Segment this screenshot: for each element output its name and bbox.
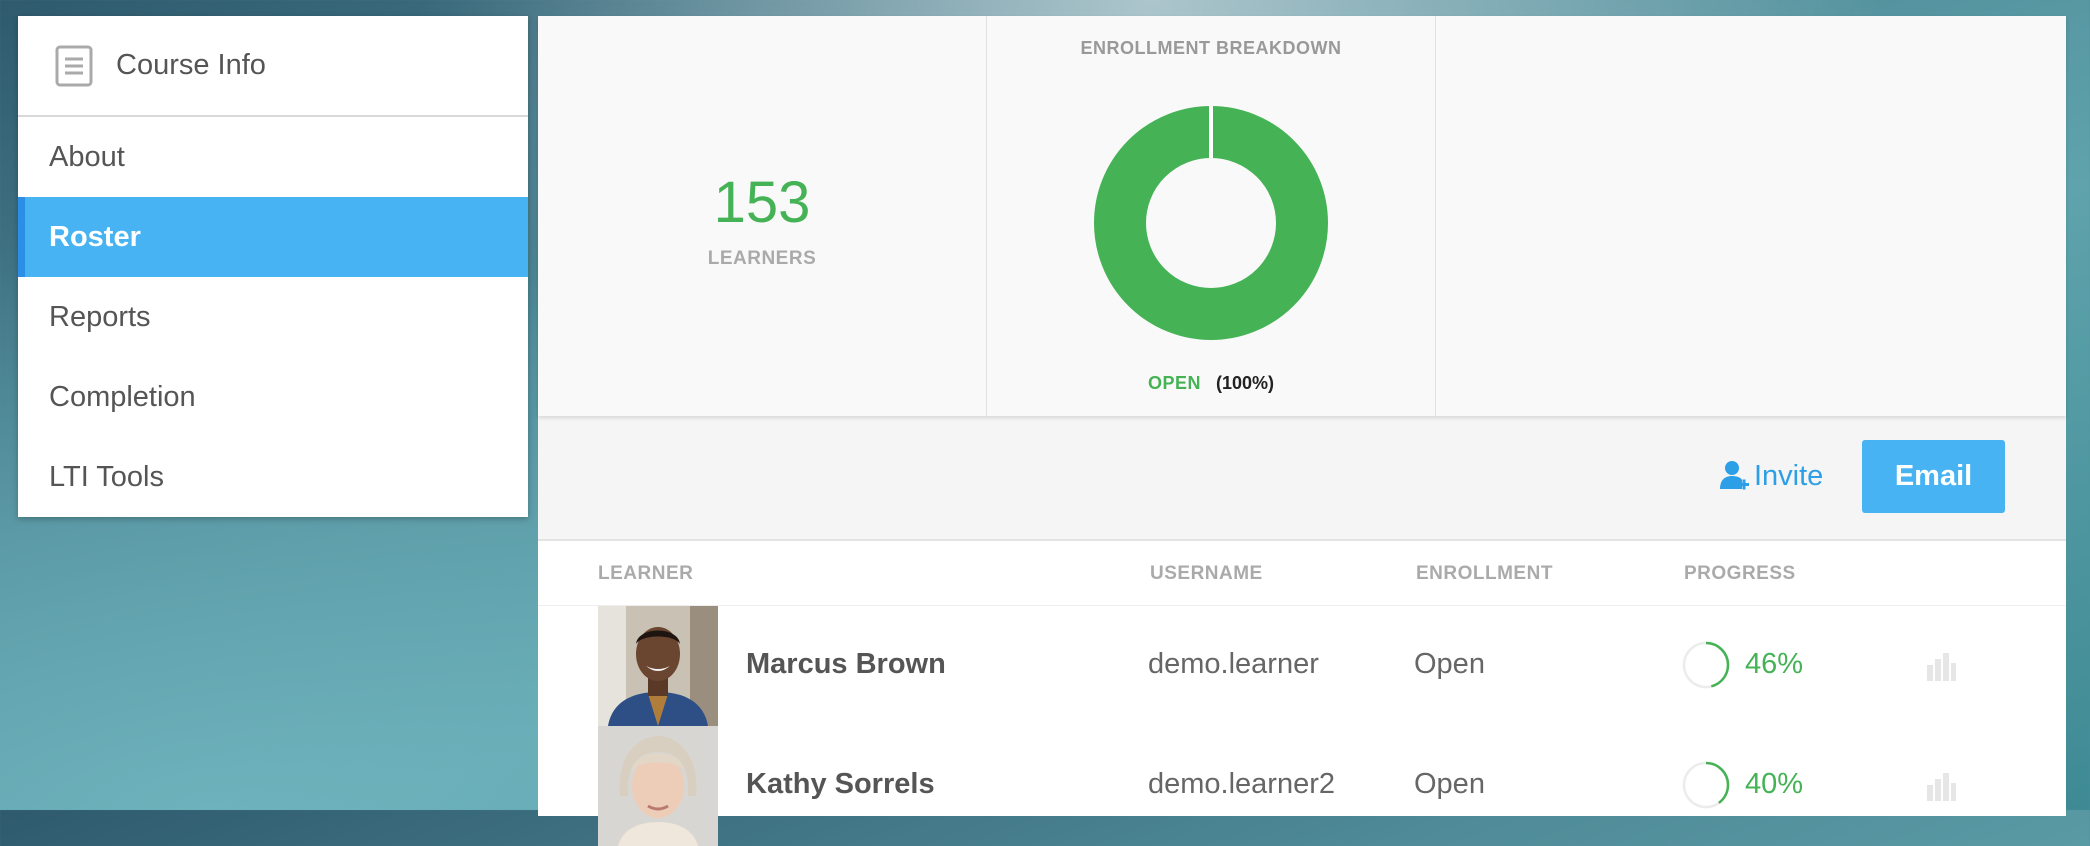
column-header-enrollment[interactable]: ENROLLMENT (1416, 563, 1553, 585)
avatar (598, 606, 718, 726)
bar-chart-icon[interactable] (1925, 651, 1957, 681)
enrollment-breakdown: ENROLLMENT BREAKDOWN OPEN (100%) (987, 16, 1436, 416)
legend-open-percent: (100%) (1216, 373, 1275, 393)
legend-open-label: OPEN (1147, 373, 1201, 393)
learner-name[interactable]: Marcus Brown (746, 648, 946, 681)
breakdown-legend: OPEN (100%) (987, 373, 1435, 394)
document-icon (55, 45, 93, 86)
column-header-username[interactable]: USERNAME (1150, 563, 1263, 585)
learner-enrollment: Open (1414, 648, 1485, 680)
column-header-learner[interactable]: LEARNER (598, 563, 693, 585)
sidebar-header: Course Info (18, 16, 528, 117)
learners-count: 153 (713, 170, 811, 235)
sidebar-item-lti-tools[interactable]: LTI Tools (18, 437, 528, 517)
sidebar-item-reports[interactable]: Reports (18, 277, 528, 357)
stats-bar: 153 LEARNERS ENROLLMENT BREAKDOWN OPEN (… (538, 16, 2066, 416)
learner-progress: 40% (1745, 768, 1804, 800)
bar-chart-icon[interactable] (1925, 771, 1957, 801)
learner-name[interactable]: Kathy Sorrels (746, 768, 935, 801)
sidebar-item-completion[interactable]: Completion (18, 357, 528, 437)
column-header-progress[interactable]: PROGRESS (1684, 563, 1796, 585)
donut-slice-open (1094, 106, 1328, 340)
sidebar-item-roster[interactable]: Roster (18, 197, 528, 277)
progress-ring (1682, 641, 1730, 689)
roster-toolbar: Invite Email (538, 416, 2066, 541)
sidebar-item-about[interactable]: About (18, 117, 528, 197)
empty-stat-column (1436, 16, 2066, 416)
invite-button[interactable]: Invite (1718, 459, 1823, 493)
sidebar-title: Course Info (116, 49, 266, 81)
learner-username: demo.learner (1148, 648, 1319, 680)
roster-table-header: LEARNER USERNAME ENROLLMENT PROGRESS (538, 541, 2066, 606)
breakdown-title: ENROLLMENT BREAKDOWN (1080, 38, 1342, 58)
progress-ring (1682, 761, 1730, 809)
learner-username: demo.learner2 (1148, 768, 1335, 800)
email-button[interactable]: Email (1862, 440, 2005, 513)
invite-label: Invite (1754, 459, 1824, 492)
table-row[interactable]: Marcus Brown demo.learner Open 46% (538, 606, 2066, 726)
learners-label: LEARNERS (707, 248, 817, 269)
avatar (598, 726, 718, 846)
learners-stat: 153 LEARNERS (538, 16, 987, 416)
add-user-icon (1720, 461, 1749, 490)
learner-enrollment: Open (1414, 768, 1485, 800)
enrollment-donut-chart (1094, 106, 1328, 340)
roster-panel: 153 LEARNERS ENROLLMENT BREAKDOWN OPEN (… (538, 16, 2066, 846)
course-sidebar: Course Info About Roster Reports Complet… (18, 16, 528, 517)
learner-progress: 46% (1745, 648, 1804, 680)
table-row[interactable]: Kathy Sorrels demo.learner2 Open 40% (538, 726, 2066, 846)
